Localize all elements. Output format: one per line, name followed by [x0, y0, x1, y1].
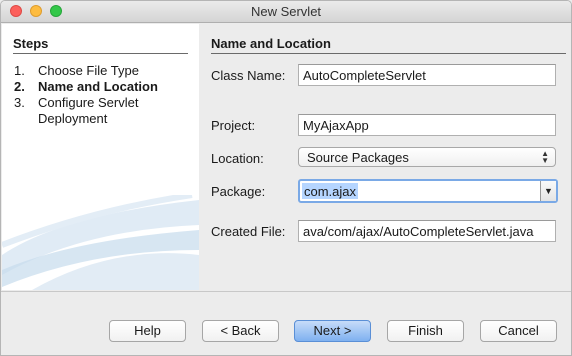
created-file-field: ava/com/ajax/AutoCompleteServlet.java [298, 220, 556, 242]
project-label: Project: [211, 118, 256, 133]
step-number: 2. [14, 79, 25, 94]
location-selected-value: Source Packages [307, 150, 409, 165]
class-name-input[interactable]: AutoCompleteServlet [298, 64, 556, 86]
up-down-arrows-icon: ▲ ▼ [541, 149, 549, 165]
location-label: Location: [211, 151, 264, 166]
cancel-button[interactable]: Cancel [480, 320, 557, 342]
package-combobox[interactable]: com.ajax ▼ [298, 179, 558, 203]
steps-heading: Steps [13, 36, 49, 51]
title-bar: New Servlet [1, 1, 571, 23]
package-input-selected-text[interactable]: com.ajax [302, 183, 359, 199]
wizard-decoration-graphic [2, 195, 199, 290]
step-label: Choose File Type [38, 63, 139, 78]
steps-panel: Steps 1. Choose File Type 2. Name and Lo… [2, 24, 199, 290]
help-button[interactable]: Help [109, 320, 186, 342]
project-field: MyAjaxApp [298, 114, 556, 136]
step-item-configure-servlet-deployment: 3. Configure Servlet Deployment [14, 95, 194, 127]
step-item-name-and-location: 2. Name and Location [14, 79, 194, 95]
step-number: 1. [14, 63, 25, 78]
step-label: Configure Servlet Deployment [38, 95, 139, 126]
class-name-label: Class Name: [211, 68, 286, 83]
back-button[interactable]: < Back [202, 320, 279, 342]
step-number: 3. [14, 95, 25, 110]
steps-divider [13, 53, 188, 54]
created-file-label: Created File: [211, 224, 286, 239]
steps-list: 1. Choose File Type 2. Name and Location… [14, 63, 194, 127]
window-title: New Servlet [250, 4, 322, 19]
new-servlet-dialog: New Servlet Steps 1. Choose File Type 2.… [0, 0, 572, 356]
section-divider [211, 53, 566, 54]
section-heading: Name and Location [211, 36, 331, 51]
name-and-location-panel: Name and Location Class Name: AutoComple… [200, 24, 571, 290]
location-select[interactable]: Source Packages ▲ ▼ [298, 147, 556, 167]
next-button[interactable]: Next > [294, 320, 371, 342]
chevron-down-icon[interactable]: ▼ [540, 181, 556, 201]
finish-button[interactable]: Finish [387, 320, 464, 342]
button-bar-divider [1, 291, 571, 292]
package-label: Package: [211, 184, 266, 199]
step-label: Name and Location [38, 79, 158, 94]
step-item-choose-file-type: 1. Choose File Type [14, 63, 194, 79]
